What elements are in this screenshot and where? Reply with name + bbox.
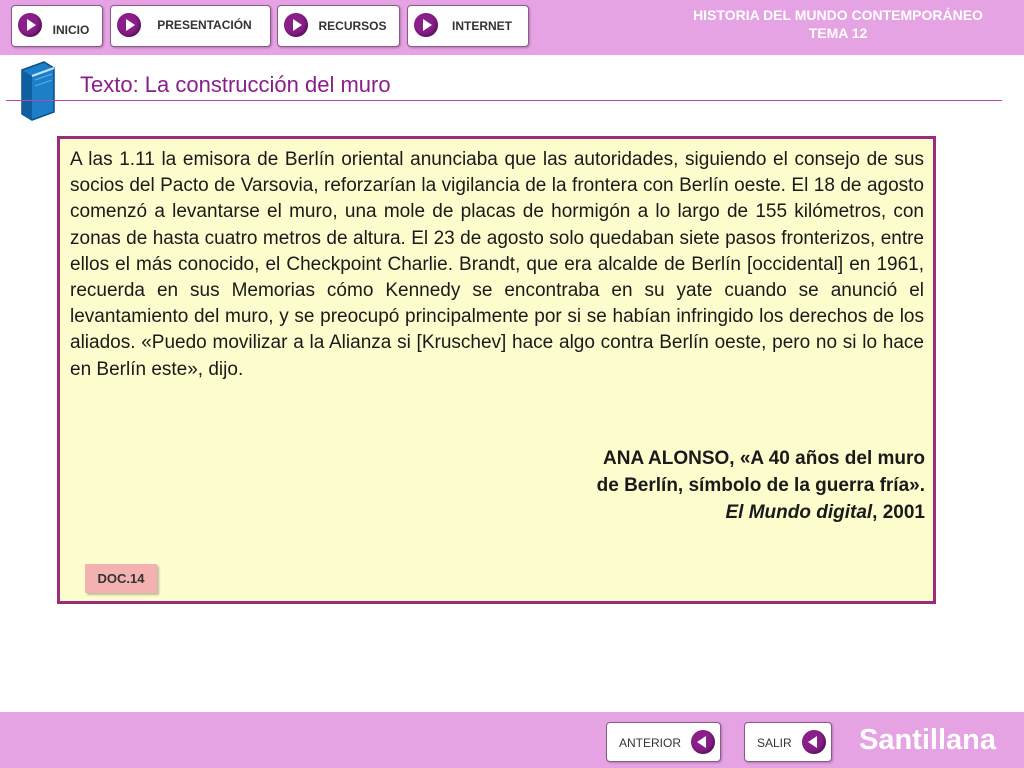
presentacion-button-label: PRESENTACIÓN	[157, 18, 252, 32]
document-tag: DOC.14	[85, 564, 157, 593]
inicio-button-label: INICIO	[52, 23, 90, 37]
salir-button[interactable]: SALIR	[744, 722, 832, 762]
inicio-button[interactable]: INICIO	[11, 5, 103, 47]
document-text: A las 1.11 la emisora de Berlín oriental…	[70, 149, 924, 380]
top-navigation-bar: INICIO PRESENTACIÓN RECURSOS INTERNET HI…	[0, 0, 1024, 55]
document-citation: ANA ALONSO, «A 40 años del muro de Berlí…	[325, 445, 925, 526]
play-arrow-icon	[18, 13, 42, 37]
play-arrow-icon	[414, 13, 438, 37]
salir-button-label: SALIR	[757, 736, 792, 750]
anterior-button-label: ANTERIOR	[619, 736, 682, 750]
presentacion-button[interactable]: PRESENTACIÓN	[110, 5, 271, 47]
play-arrow-icon	[117, 13, 141, 37]
back-arrow-icon	[802, 730, 826, 754]
internet-button-label: INTERNET	[452, 19, 512, 33]
internet-button[interactable]: INTERNET	[407, 5, 529, 47]
citation-source: El Mundo digital	[725, 502, 873, 523]
bottom-navigation-bar: ANTERIOR SALIR Santillana	[0, 712, 1024, 768]
play-arrow-icon	[284, 13, 308, 37]
unit-number: TEMA 12	[808, 25, 868, 41]
course-header: HISTORIA DEL MUNDO CONTEMPORÁNEO TEMA 12	[668, 6, 1008, 42]
anterior-button[interactable]: ANTERIOR	[606, 722, 721, 762]
citation-year: , 2001	[872, 502, 925, 523]
book-icon	[21, 61, 55, 121]
brand-logo: Santillana	[859, 724, 996, 756]
course-title: HISTORIA DEL MUNDO CONTEMPORÁNEO	[693, 7, 983, 23]
title-divider	[6, 100, 1002, 101]
recursos-button[interactable]: RECURSOS	[277, 5, 400, 47]
page-title: Texto: La construcción del muro	[80, 72, 391, 97]
back-arrow-icon	[691, 730, 715, 754]
citation-line-1: ANA ALONSO, «A 40 años del muro	[603, 448, 925, 469]
citation-line-2: de Berlín, símbolo de la guerra fría».	[596, 475, 925, 496]
recursos-button-label: RECURSOS	[318, 19, 387, 33]
citation-line-3: El Mundo digital, 2001	[325, 499, 925, 526]
document-box: A las 1.11 la emisora de Berlín oriental…	[57, 136, 936, 604]
